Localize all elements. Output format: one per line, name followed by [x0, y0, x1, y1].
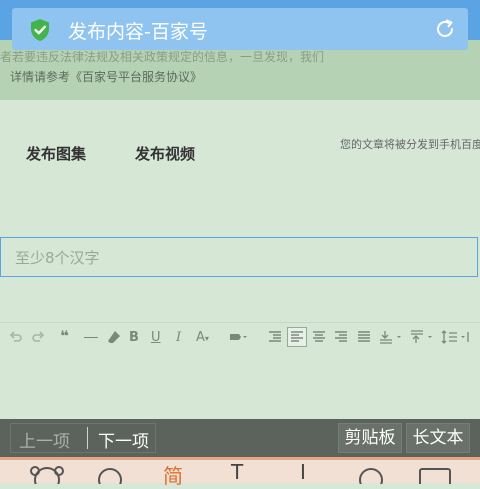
highlight-icon[interactable] — [228, 330, 248, 344]
title-input[interactable]: 至少8个汉字 — [0, 237, 478, 277]
clipboard-button[interactable]: 剪贴板 — [338, 423, 402, 453]
align-right-icon[interactable] — [334, 330, 348, 344]
ime-toolbar: 简 T I — [0, 457, 480, 489]
undo-icon[interactable] — [9, 330, 23, 344]
text-style-icon[interactable]: T — [231, 460, 243, 484]
next-field-button[interactable]: 下一项 — [98, 427, 149, 452]
quote-icon[interactable]: ❝ — [60, 327, 69, 345]
content-editor[interactable] — [0, 355, 480, 420]
redo-icon[interactable] — [31, 330, 45, 344]
tab-video[interactable]: 发布视频 — [135, 143, 195, 164]
tab-gallery[interactable]: 发布图集 — [26, 143, 86, 164]
shield-icon — [28, 18, 52, 42]
emoji-icon[interactable] — [30, 465, 64, 489]
hr-icon[interactable] — [84, 337, 98, 338]
italic-icon[interactable]: I — [176, 330, 181, 345]
align-center-icon[interactable] — [312, 330, 326, 344]
align-justify-icon[interactable] — [357, 330, 371, 344]
voice-icon[interactable] — [358, 465, 384, 489]
indent-icon[interactable] — [268, 330, 282, 344]
cursor-move-icon[interactable]: I — [300, 460, 306, 484]
keyboard-icon[interactable] — [418, 465, 452, 489]
address-title: 发布内容-百家号 — [68, 21, 208, 43]
keyboard-accessory-bar: 上一项 下一项 剪贴板 长文本 — [0, 419, 480, 457]
line-height-icon[interactable] — [441, 330, 469, 344]
underline-icon[interactable]: U — [151, 330, 161, 345]
row-spacing-bottom-icon[interactable] — [410, 330, 434, 344]
align-left-icon[interactable] — [287, 327, 307, 347]
distribution-hint: 您的文章将被分发到手机百度 — [340, 138, 480, 151]
reload-icon[interactable] — [434, 18, 456, 40]
notice-text-line1: 者若要违反法律法规及相关政策规定的信息，一旦发现，我们 — [0, 50, 325, 64]
cursor-icon[interactable] — [97, 465, 123, 489]
long-text-button[interactable]: 长文本 — [406, 423, 470, 453]
notice-text-line2[interactable]: 详情请参考《百家号平台服务协议》 — [10, 68, 202, 85]
simplified-toggle[interactable]: 简 — [163, 460, 183, 489]
row-spacing-top-icon[interactable] — [379, 330, 403, 344]
font-color-icon[interactable]: A▾ — [196, 330, 209, 345]
bold-icon[interactable]: B — [129, 330, 139, 345]
eraser-icon[interactable] — [107, 330, 121, 344]
font-color-dropdown-icon: ▾ — [204, 334, 209, 343]
editor-toolbar: ❝ B U I A▾ — [0, 322, 480, 356]
page: 者若要违反法律法规及相关政策规定的信息，一旦发现，我们 详情请参考《百家号平台服… — [0, 0, 480, 489]
prev-field-button[interactable]: 上一项 — [19, 427, 70, 452]
font-color-letter: A — [196, 330, 205, 345]
address-bar[interactable]: 发布内容-百家号 — [12, 8, 468, 50]
divider — [87, 427, 88, 449]
